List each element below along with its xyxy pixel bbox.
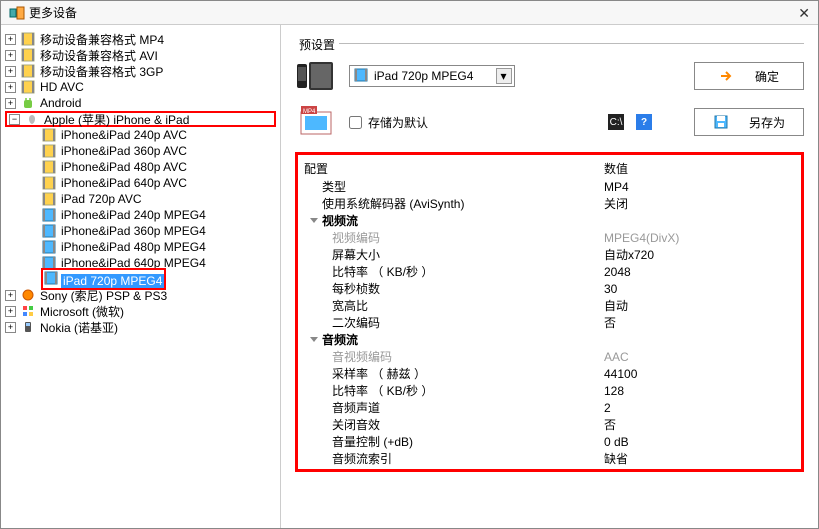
film-blue-icon [43, 270, 59, 286]
chevron-down-icon [310, 218, 318, 223]
config-row[interactable]: 关闭音效否 [300, 416, 799, 433]
tree-item-apple[interactable]: −Apple (苹果) iPhone & iPad [5, 111, 276, 127]
film-icon [41, 127, 57, 143]
tree-item[interactable]: +Sony (索尼) PSP & PS3 [5, 287, 276, 303]
config-header: 配置 数值 [300, 159, 799, 178]
preset-dropdown[interactable]: iPad 720p MPEG4 ▾ [349, 65, 515, 87]
preset-legend: 预设置 [295, 36, 339, 53]
tree-item[interactable]: iPad 720p AVC [5, 191, 276, 207]
tree-item[interactable]: iPhone&iPad 360p MPEG4 [5, 223, 276, 239]
film-blue-icon [41, 207, 57, 223]
save-default-input[interactable] [349, 116, 362, 129]
config-row[interactable]: 音量控制 (+dB)0 dB [300, 433, 799, 450]
tree-item-selected[interactable]: iPad 720p MPEG4 [5, 271, 276, 287]
config-row[interactable]: 音频流索引缺省 [300, 450, 799, 467]
config-group-subtitle[interactable]: 附加字幕 [300, 467, 799, 472]
config-row[interactable]: 使用系统解码器 (AviSynth)关闭 [300, 195, 799, 212]
app-icon [9, 5, 25, 21]
tree-item[interactable]: iPhone&iPad 240p MPEG4 [5, 207, 276, 223]
tree-item[interactable]: iPhone&iPad 240p AVC [5, 127, 276, 143]
config-group-audio[interactable]: 音频流 [300, 331, 799, 348]
config-row[interactable]: 屏幕大小自动x720 [300, 246, 799, 263]
tree-item[interactable]: +Microsoft (微软) [5, 303, 276, 319]
config-row[interactable]: 二次编码否 [300, 314, 799, 331]
config-row[interactable]: 比特率 （ KB/秒 ）2048 [300, 263, 799, 280]
help-icon[interactable]: ? [636, 114, 652, 130]
film-icon [41, 191, 57, 207]
sony-icon [20, 287, 36, 303]
config-row: 音视频编码AAC [300, 348, 799, 365]
ok-button[interactable]: 确定 [694, 62, 804, 90]
film-icon [20, 79, 36, 95]
film-blue-icon [354, 68, 370, 84]
arrow-right-icon [719, 68, 735, 84]
tree-item[interactable]: +移动设备兼容格式 3GP [5, 63, 276, 79]
close-icon[interactable]: ✕ [798, 1, 810, 25]
nokia-icon [20, 319, 36, 335]
windows-icon [20, 303, 36, 319]
config-row: 视频编码MPEG4(DivX) [300, 229, 799, 246]
tree-item[interactable]: +HD AVC [5, 79, 276, 95]
config-row[interactable]: 类型MP4 [300, 178, 799, 195]
save-icon [713, 114, 729, 130]
titlebar: 更多设备 ✕ [1, 1, 818, 25]
film-icon [41, 143, 57, 159]
preset-selected-label: iPad 720p MPEG4 [374, 69, 473, 83]
config-panel: 配置 数值 类型MP4 使用系统解码器 (AviSynth)关闭 视频流 视频编… [295, 152, 804, 472]
preset-group: 预设置 iPad 720p MPEG4 ▾ 确定 [295, 43, 804, 138]
device-tree-panel: +移动设备兼容格式 MP4 +移动设备兼容格式 AVI +移动设备兼容格式 3G… [1, 25, 281, 528]
film-blue-icon [41, 223, 57, 239]
config-group-video[interactable]: 视频流 [300, 212, 799, 229]
film-icon [20, 47, 36, 63]
film-icon [41, 175, 57, 191]
save-default-checkbox[interactable]: 存储为默认 [349, 114, 428, 131]
apple-icon [24, 111, 40, 127]
film-blue-icon [41, 239, 57, 255]
film-icon [20, 31, 36, 47]
tree-item[interactable]: +移动设备兼容格式 MP4 [5, 31, 276, 47]
window-title: 更多设备 [29, 1, 77, 25]
config-row[interactable]: 比特率 （ KB/秒 ）128 [300, 382, 799, 399]
tree-item[interactable]: iPhone&iPad 640p AVC [5, 175, 276, 191]
device-icon [295, 60, 337, 92]
android-icon [20, 95, 36, 111]
tree-item[interactable]: iPhone&iPad 480p MPEG4 [5, 239, 276, 255]
tree-item[interactable]: +Android [5, 95, 276, 111]
chevron-down-icon[interactable]: ▾ [496, 68, 512, 84]
terminal-icon[interactable]: C:\ [608, 114, 624, 130]
tree-item[interactable]: +移动设备兼容格式 AVI [5, 47, 276, 63]
config-row[interactable]: 音频声道2 [300, 399, 799, 416]
film-icon [20, 63, 36, 79]
mp4-text: MP4 [303, 109, 316, 115]
config-row[interactable]: 每秒桢数30 [300, 280, 799, 297]
config-row[interactable]: 采样率 （ 赫兹 ）44100 [300, 365, 799, 382]
chevron-right-icon [311, 472, 328, 473]
tree-item[interactable]: iPhone&iPad 480p AVC [5, 159, 276, 175]
film-icon [41, 159, 57, 175]
save-as-button[interactable]: 另存为 [694, 108, 804, 136]
tree-item[interactable]: +Nokia (诺基亚) [5, 319, 276, 335]
mp4-icon: MP4 [295, 106, 337, 138]
chevron-down-icon [310, 337, 318, 342]
tree-item[interactable]: iPhone&iPad 360p AVC [5, 143, 276, 159]
config-row[interactable]: 宽高比自动 [300, 297, 799, 314]
